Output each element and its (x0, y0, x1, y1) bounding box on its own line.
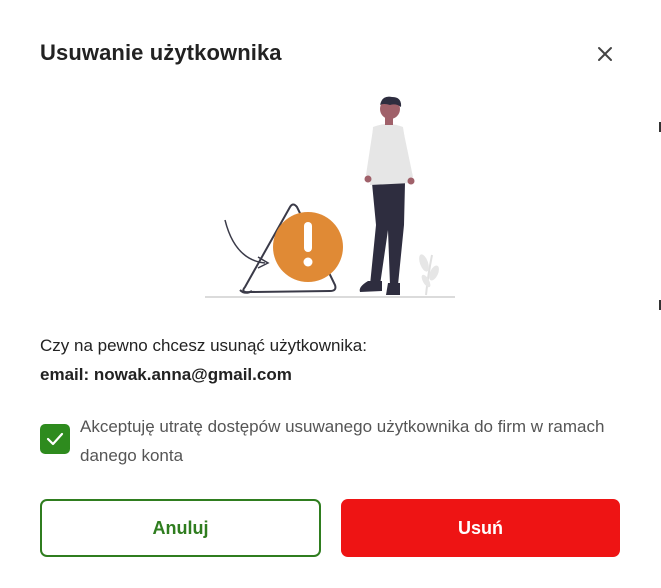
delete-button[interactable]: Usuń (341, 499, 620, 557)
close-button[interactable] (594, 43, 616, 65)
cancel-button[interactable]: Anuluj (40, 499, 321, 557)
consent-label: Akceptuję utratę dostępów usuwanego użyt… (80, 417, 605, 465)
confirm-question: Czy na pewno chcesz usunąć użytkownika: (40, 336, 367, 355)
warning-illustration (205, 96, 455, 298)
user-email: email: nowak.anna@gmail.com (40, 365, 292, 384)
dialog-title: Usuwanie użytkownika (40, 40, 282, 65)
delete-user-dialog: Usuwanie użytkownika Czy na pewno chcesz… (0, 0, 661, 588)
consent-checkbox[interactable] (40, 424, 70, 454)
checkmark-icon (46, 432, 64, 446)
consent-row: Akceptuję utratę dostępów usuwanego użyt… (40, 412, 620, 470)
close-icon (598, 47, 612, 61)
